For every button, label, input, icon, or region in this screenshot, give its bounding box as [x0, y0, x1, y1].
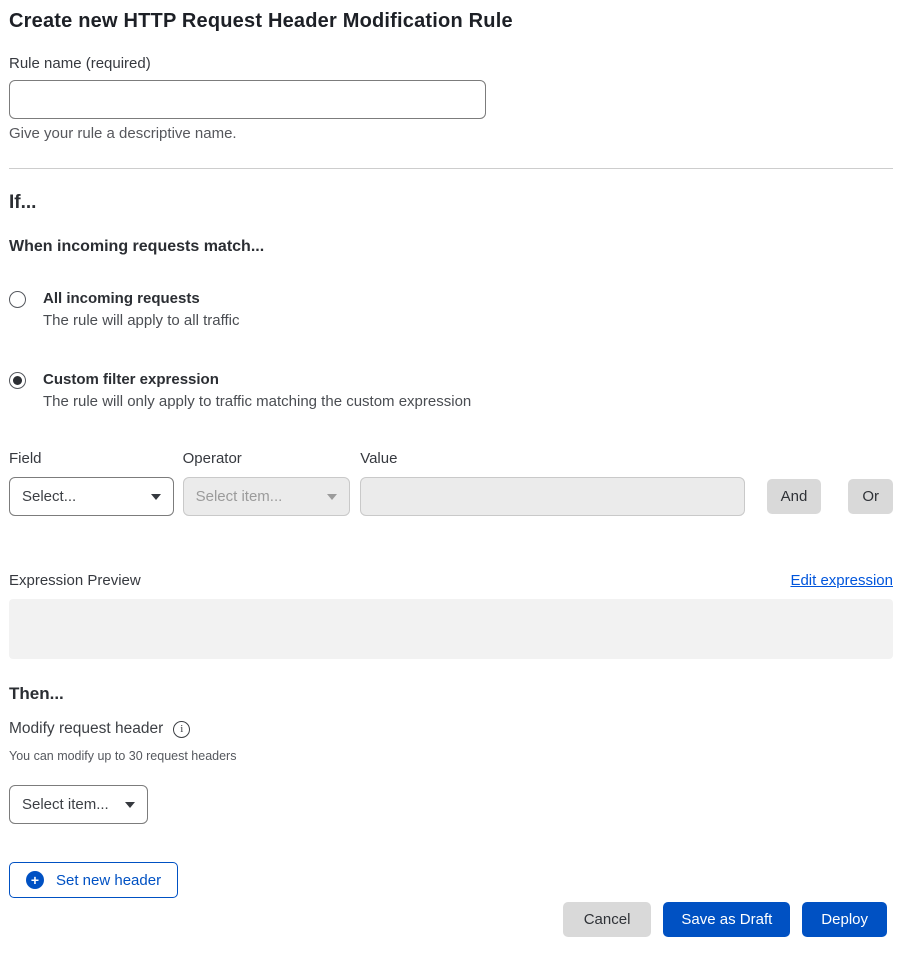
- field-label: Field: [9, 450, 174, 467]
- rule-name-help-text: Give your rule a descriptive name.: [9, 125, 893, 142]
- or-button[interactable]: Or: [848, 479, 893, 514]
- value-label: Value: [360, 450, 744, 467]
- operator-select[interactable]: Select item...: [183, 477, 351, 516]
- chevron-down-icon: [125, 802, 135, 808]
- field-select-value: Select...: [22, 488, 143, 505]
- radio-label-all-requests[interactable]: All incoming requests: [43, 290, 239, 307]
- field-select[interactable]: Select...: [9, 477, 174, 516]
- header-item-select-value: Select item...: [22, 796, 117, 813]
- deploy-button[interactable]: Deploy: [802, 902, 887, 937]
- radio-option-all-requests[interactable]: All incoming requests The rule will appl…: [9, 290, 893, 329]
- section-divider: [9, 168, 893, 169]
- radio-description-all-requests: The rule will apply to all traffic: [43, 312, 239, 329]
- expression-preview-label: Expression Preview: [9, 572, 141, 589]
- chevron-down-icon: [151, 494, 161, 500]
- set-new-header-button[interactable]: Set new header: [9, 862, 178, 898]
- plus-icon: [26, 871, 44, 889]
- if-section-heading: If...: [9, 192, 893, 214]
- expression-preview-box: [9, 599, 893, 659]
- rule-name-label: Rule name (required): [9, 55, 893, 72]
- modify-header-help-text: You can modify up to 30 request headers: [9, 749, 893, 763]
- radio-label-custom-expression[interactable]: Custom filter expression: [43, 371, 471, 388]
- radio-option-custom-expression[interactable]: Custom filter expression The rule will o…: [9, 371, 893, 410]
- cancel-button[interactable]: Cancel: [563, 902, 652, 937]
- radio-button-icon[interactable]: [9, 291, 26, 308]
- expression-builder-row: Field Select... Operator Select item... …: [9, 450, 893, 516]
- set-new-header-label: Set new header: [56, 872, 161, 889]
- match-subheading: When incoming requests match...: [9, 238, 893, 256]
- operator-label: Operator: [183, 450, 351, 467]
- footer-actions: Cancel Save as Draft Deploy: [9, 902, 893, 937]
- and-button[interactable]: And: [767, 479, 822, 514]
- page-title: Create new HTTP Request Header Modificat…: [9, 10, 893, 33]
- create-rule-form: Create new HTTP Request Header Modificat…: [0, 0, 899, 937]
- radio-button-selected-icon[interactable]: [9, 372, 26, 389]
- expression-preview-header: Expression Preview Edit expression: [9, 572, 893, 589]
- rule-name-input[interactable]: [9, 80, 486, 119]
- radio-description-custom-expression: The rule will only apply to traffic matc…: [43, 393, 471, 410]
- info-icon[interactable]: [173, 721, 190, 738]
- chevron-down-icon: [327, 494, 337, 500]
- value-input[interactable]: [360, 477, 744, 516]
- save-as-draft-button[interactable]: Save as Draft: [663, 902, 790, 937]
- operator-select-value: Select item...: [196, 488, 320, 505]
- modify-request-header-label: Modify request header: [9, 720, 163, 738]
- then-section-heading: Then...: [9, 684, 893, 704]
- edit-expression-link[interactable]: Edit expression: [790, 572, 893, 589]
- header-item-select[interactable]: Select item...: [9, 785, 148, 824]
